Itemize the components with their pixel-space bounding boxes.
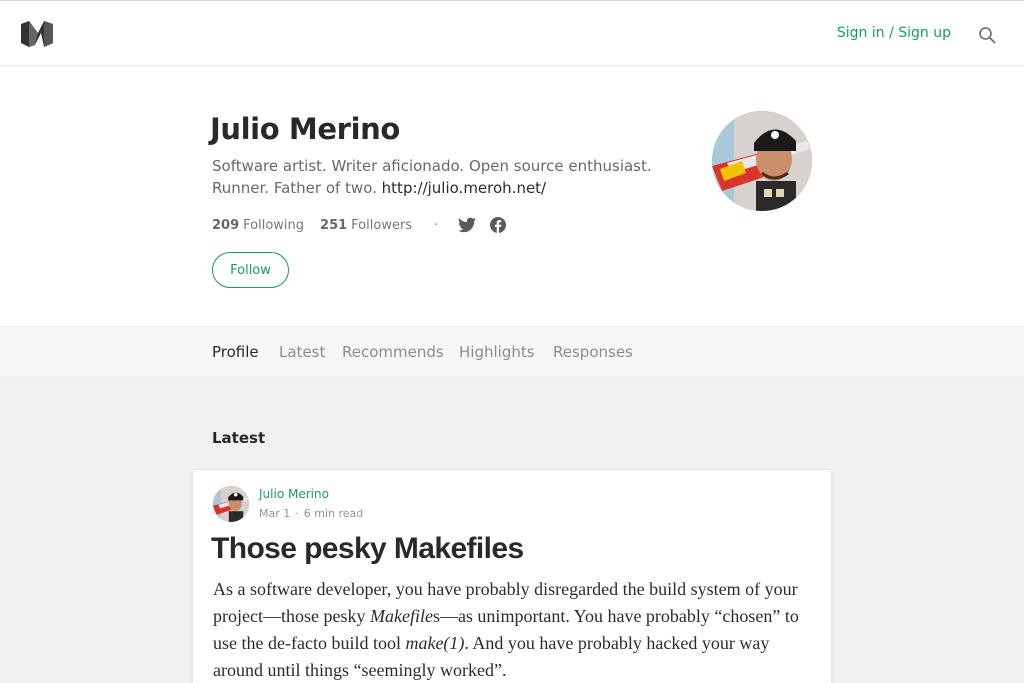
excerpt-emphasis-2: make(1) [405, 633, 465, 653]
bio-website-link[interactable]: http://julio.meroh.net/ [382, 179, 546, 197]
profile-avatar[interactable] [712, 111, 812, 211]
excerpt-emphasis-1: Makefile [369, 606, 433, 626]
followers-count: 251 [320, 217, 348, 233]
post-title[interactable]: Those pesky Makefiles [211, 532, 524, 566]
followers-stat[interactable]: 251 Followers [320, 218, 412, 233]
profile-name: Julio Merino [210, 112, 400, 146]
tab-recommends[interactable]: Recommends [342, 343, 444, 361]
follow-button[interactable]: Follow [212, 252, 289, 288]
search-icon[interactable] [978, 26, 996, 44]
twitter-icon[interactable] [458, 217, 477, 233]
facebook-icon[interactable] [490, 217, 507, 233]
profile-hero: Julio Merino Software artist. Writer afi… [0, 66, 1024, 326]
tab-profile[interactable]: Profile [212, 343, 259, 361]
author-avatar[interactable] [213, 486, 249, 522]
post-meta: Mar 1 · 6 min read [259, 507, 363, 520]
following-count: 209 [212, 217, 240, 233]
stats-separator: · [434, 217, 439, 233]
followers-label: Followers [351, 217, 413, 233]
following-label: Following [243, 217, 305, 233]
tab-responses[interactable]: Responses [553, 343, 633, 361]
top-bar: Sign in / Sign up [0, 0, 1024, 66]
post-author-link[interactable]: Julio Merino [259, 487, 329, 501]
post-date[interactable]: Mar 1 [259, 507, 290, 520]
profile-stats: 209 Following 251 Followers · [212, 216, 520, 234]
meta-separator: · [295, 507, 299, 520]
signin-signup-link[interactable]: Sign in / Sign up [837, 25, 951, 41]
profile-tabs: Profile Latest Recommends Highlights Res… [0, 326, 1024, 377]
following-stat[interactable]: 209 Following [212, 218, 304, 233]
main-content: Latest Julio Merino Mar 1 · 6 min read Tho… [0, 377, 1024, 683]
tab-highlights[interactable]: Highlights [459, 343, 535, 361]
tab-latest[interactable]: Latest [279, 343, 325, 361]
latest-heading: Latest [212, 429, 266, 447]
post-read-time: 6 min read [303, 507, 364, 520]
medium-logo-icon[interactable] [21, 21, 53, 47]
profile-bio: Software artist. Writer aficionado. Open… [212, 155, 652, 199]
post-excerpt[interactable]: As a software developer, you have probab… [213, 576, 813, 683]
post-card[interactable]: Julio Merino Mar 1 · 6 min read Those pesk… [192, 469, 832, 683]
